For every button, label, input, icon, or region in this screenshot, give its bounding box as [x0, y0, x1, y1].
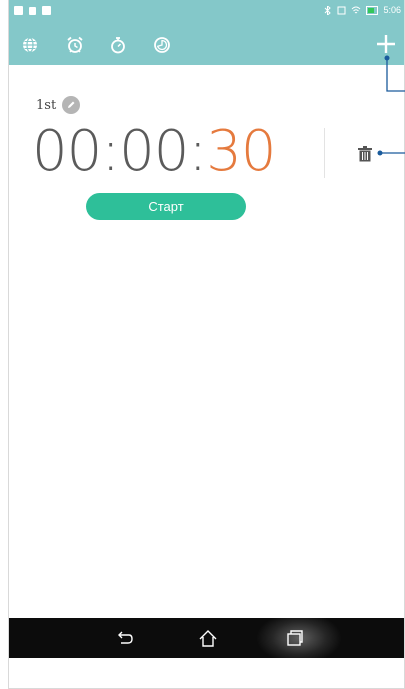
stopwatch-icon[interactable] — [108, 35, 128, 55]
notification-icon — [14, 6, 23, 15]
navigation-bar — [8, 612, 405, 658]
recent-apps-icon[interactable] — [284, 627, 306, 649]
timer-name: 1st — [36, 97, 57, 113]
bluetooth-icon — [325, 5, 332, 15]
status-system-icons: 5:06 — [323, 5, 401, 15]
edit-timer-name-button[interactable] — [62, 96, 81, 114]
divider — [324, 128, 325, 178]
back-icon[interactable] — [113, 627, 135, 649]
toolbar — [8, 24, 405, 65]
add-timer-button[interactable] — [373, 31, 399, 57]
timer-hours-minutes: 00:00: — [32, 119, 207, 184]
alarm-clock-icon[interactable] — [65, 35, 85, 55]
timer-screen: 5:06 1st 00:00:30 Старт — [8, 0, 405, 658]
timer-display[interactable]: 00:00:30 — [32, 119, 277, 184]
home-icon[interactable] — [197, 627, 219, 649]
status-notifications — [14, 6, 51, 15]
timer-seconds: 30 — [206, 119, 276, 184]
pencil-icon — [68, 101, 75, 108]
delete-timer-button[interactable] — [358, 146, 372, 162]
timer-label-row: 1st — [36, 96, 81, 114]
timer-icon[interactable] — [152, 35, 172, 55]
battery-icon — [366, 5, 379, 15]
wifi-icon — [352, 6, 361, 13]
globe-icon[interactable] — [20, 35, 40, 55]
status-clock: 5:06 — [383, 5, 401, 15]
status-bar: 5:06 — [8, 0, 405, 24]
notification-icon — [42, 6, 51, 15]
vibrate-icon — [337, 6, 346, 14]
start-button[interactable]: Старт — [86, 193, 246, 220]
notification-icon — [29, 6, 36, 15]
